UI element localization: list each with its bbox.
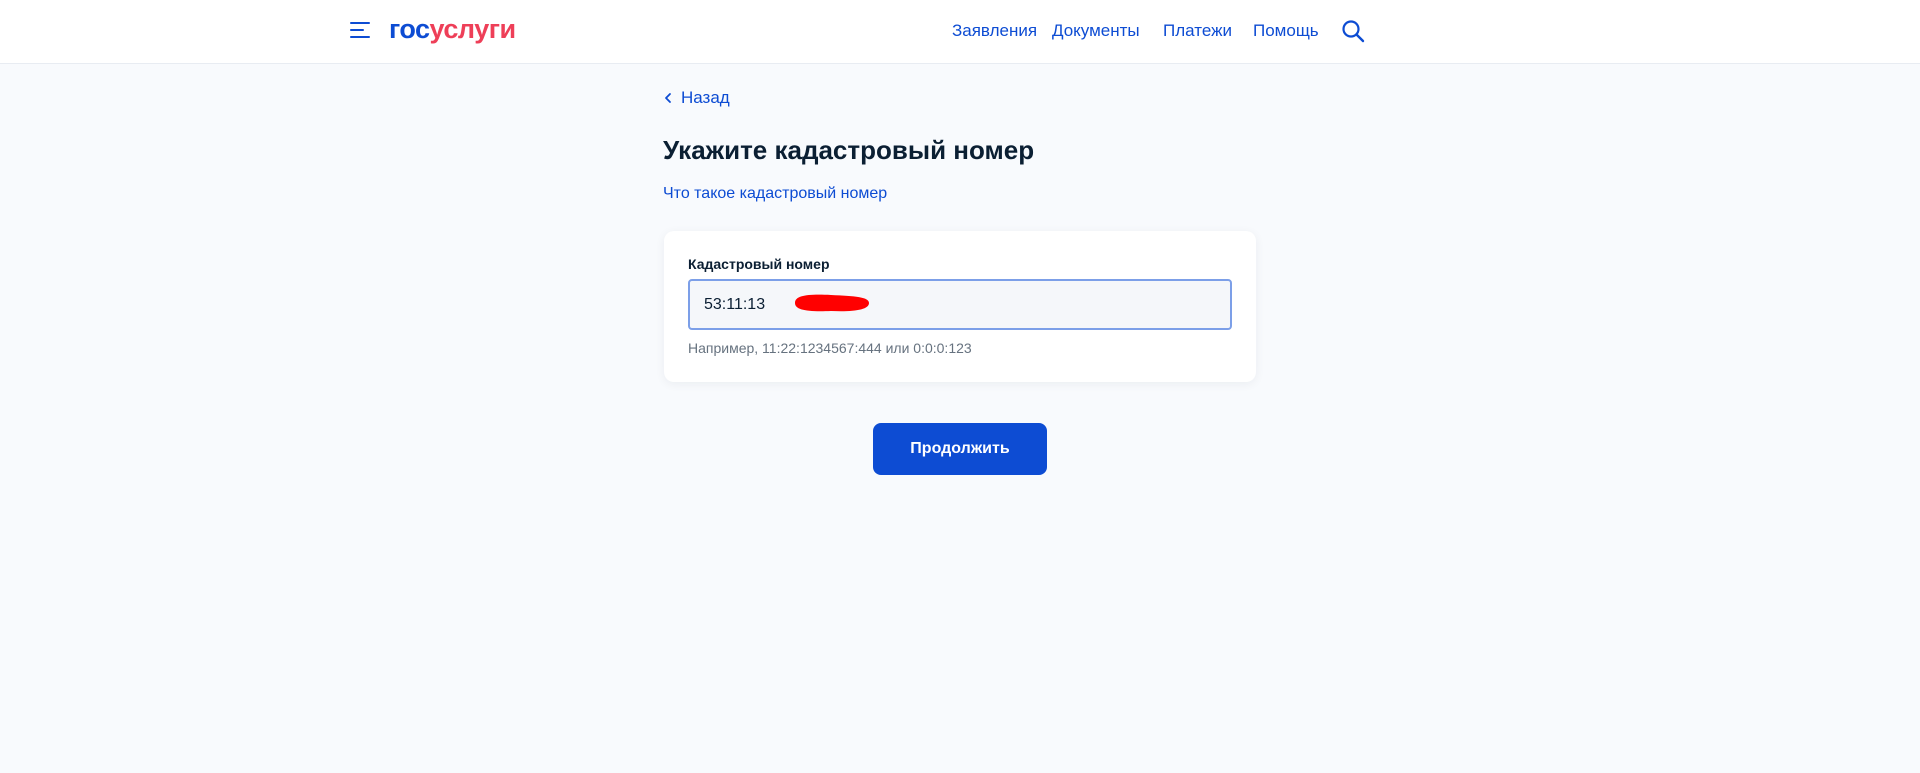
cadastral-number-hint: Например, 11:22:1234567:444 или 0:0:0:12…	[688, 340, 972, 356]
logo-part-gos: гос	[389, 14, 430, 44]
back-link-label: Назад	[681, 88, 730, 107]
nav-link-applications[interactable]: Заявления	[952, 20, 1037, 42]
chevron-left-icon	[665, 93, 671, 103]
nav-link-payments[interactable]: Платежи	[1163, 20, 1232, 42]
continue-button[interactable]: Продолжить	[873, 423, 1047, 475]
logo-part-uslugi: услуги	[429, 14, 517, 44]
nav-link-help[interactable]: Помощь	[1253, 20, 1319, 42]
page-title: Укажите кадастровый номер	[663, 135, 1035, 165]
nav-link-documents[interactable]: Документы	[1052, 20, 1140, 42]
cadastral-number-form-card: Кадастровый номер 53:11:13 Например, 11:…	[664, 231, 1256, 382]
redaction-mark	[795, 294, 869, 312]
cadastral-number-input[interactable]: 53:11:13	[688, 279, 1232, 330]
gosuslugi-logo[interactable]: госуслуги	[389, 11, 516, 47]
cadastral-number-value: 53:11:13	[704, 296, 766, 313]
what-is-cadastral-number-link[interactable]: Что такое кадастровый номер	[663, 183, 887, 205]
cadastral-number-label: Кадастровый номер	[688, 256, 830, 272]
burger-menu-icon[interactable]	[350, 20, 372, 40]
top-header: госуслуги Заявления Документы Платежи По…	[0, 0, 1920, 64]
search-icon[interactable]	[1341, 19, 1365, 43]
